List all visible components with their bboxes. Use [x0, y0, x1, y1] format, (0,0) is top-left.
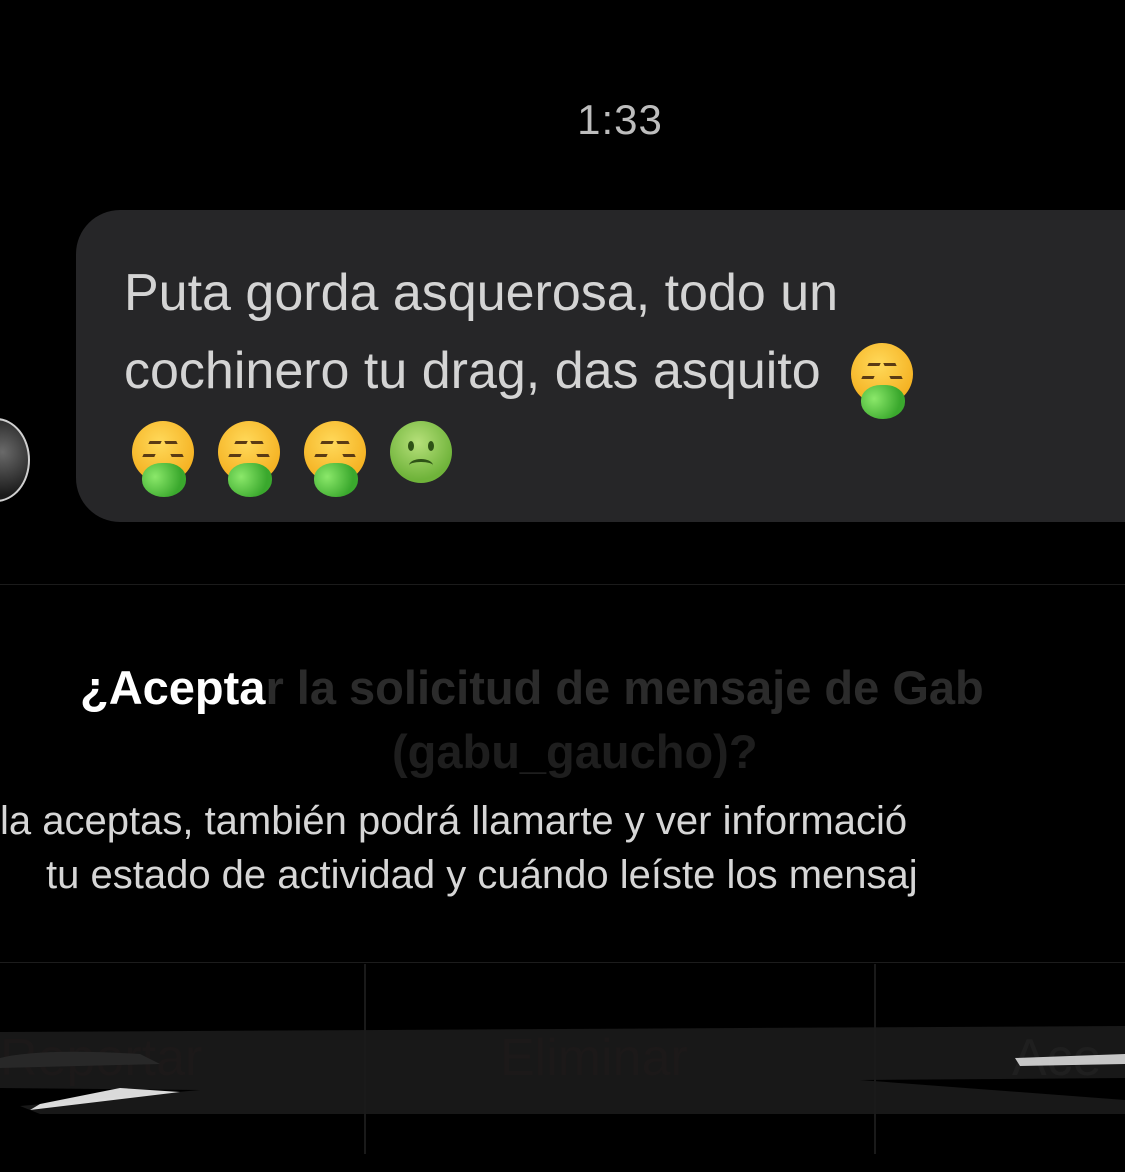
face-vomiting-icon	[304, 421, 366, 498]
request-title-rest: r la solicitud de mensaje de Gab	[265, 661, 984, 714]
timestamp: 1:33	[577, 96, 663, 143]
action-separator	[874, 964, 876, 1154]
request-title: ¿Aceptar la solicitud de mensaje de Gab	[80, 660, 984, 715]
sender-avatar[interactable]	[0, 418, 30, 502]
request-title-prefix: ¿Acepta	[80, 661, 266, 714]
divider	[0, 584, 1125, 585]
request-handle: (gabu_gaucho)?	[392, 725, 758, 778]
message-bubble[interactable]: Puta gorda asquerosa, todo un cochinero …	[76, 210, 1125, 522]
message-text: Puta gorda asquerosa, todo un cochinero …	[124, 254, 1124, 498]
request-description-line1: la aceptas, también podrá llamarte y ver…	[0, 799, 908, 843]
message-text-content: Puta gorda asquerosa, todo un cochinero …	[124, 264, 839, 400]
face-vomiting-icon	[132, 421, 194, 498]
report-button[interactable]: Reportar	[0, 1028, 202, 1088]
divider	[0, 962, 1125, 963]
accept-button[interactable]: Ace	[1012, 1028, 1102, 1088]
nauseated-face-icon	[390, 421, 452, 484]
action-separator	[364, 964, 366, 1154]
delete-button[interactable]: Eliminar	[500, 1028, 688, 1088]
request-description-line2: tu estado de actividad y cuándo leíste l…	[46, 853, 918, 897]
face-vomiting-icon	[850, 343, 913, 420]
face-vomiting-icon	[218, 421, 280, 498]
